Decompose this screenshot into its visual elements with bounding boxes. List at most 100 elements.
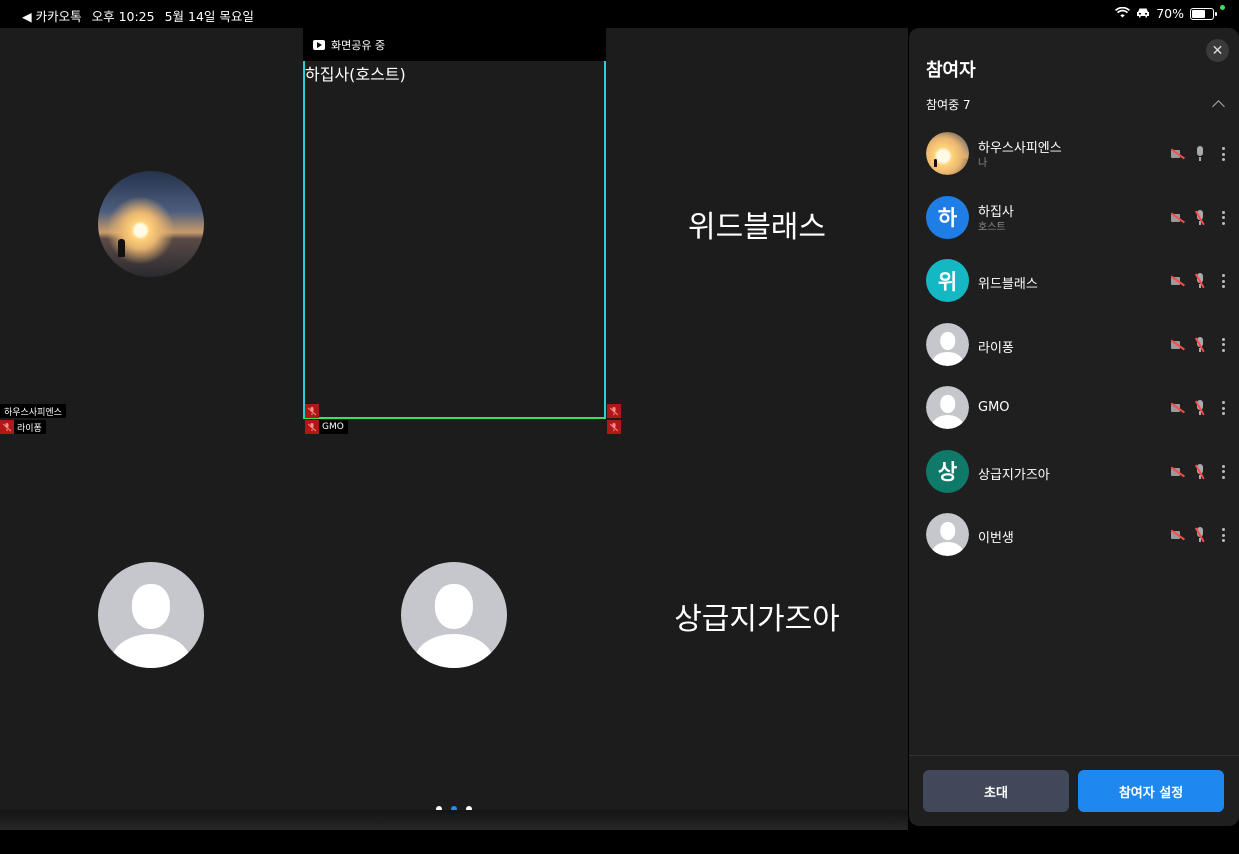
more-options-icon[interactable] — [1221, 210, 1225, 225]
host-mute-indicator — [305, 404, 319, 418]
back-to-kakaotalk-link[interactable]: ◀ 카카오톡 — [22, 6, 82, 25]
mic-muted-icon — [0, 420, 14, 434]
mic-muted-icon — [305, 404, 319, 418]
participant-role: 나 — [978, 158, 988, 169]
mic-muted-icon — [1193, 273, 1207, 289]
tile-name-withblass: 위드블래스 — [688, 210, 826, 245]
participant-panel: ✕ 참여자 참여중 7 하우스사피엔스나하 하집사 호스트위 위드블래스라이퐁 GMO 상… — [909, 28, 1239, 826]
chevron-up-icon[interactable] — [1212, 100, 1225, 113]
participant-row[interactable]: 하 하집사 호스트 — [909, 195, 1239, 240]
avatar-initial: 위 — [937, 269, 958, 294]
battery-icon — [1190, 7, 1217, 20]
participant-name: 상급지가즈아 — [978, 467, 1050, 483]
mic-muted-icon — [607, 420, 621, 434]
default-avatar-icon — [926, 513, 969, 556]
name-tag-label: 하우스사피엔스 — [4, 407, 62, 418]
participant-status-icons — [1171, 527, 1225, 543]
default-avatar-icon — [926, 386, 969, 429]
mic-icon — [1193, 146, 1207, 162]
mic-muted-icon — [1193, 463, 1207, 480]
participant-name: 라이퐁 — [978, 340, 1014, 356]
bottom-strip — [0, 810, 908, 830]
tile-name-host: 하집사(호스트) — [305, 65, 406, 84]
participant-group-header[interactable]: 참여중 7 — [926, 96, 1225, 113]
camera-off-icon — [1171, 403, 1185, 413]
more-options-icon[interactable] — [1221, 464, 1225, 479]
name-tag-gmo: GMO — [305, 420, 348, 434]
participant-name: 하우스사피엔스 — [978, 141, 1062, 156]
video-grid: 화면공유 중 하집사(호스트) 위드블래스 상급지가즈아 하우스사피엔스 라이퐁 — [0, 28, 908, 812]
participant-name: 위드블래스 — [978, 277, 1038, 292]
withblass-mute-indicator — [607, 404, 621, 418]
name-tag-self: 하우스사피엔스 — [0, 404, 66, 418]
name-tag-label: 라이퐁 — [17, 423, 42, 434]
screen-share-label: 화면공유 중 — [331, 38, 386, 52]
video-tile-raipong[interactable] — [0, 420, 302, 810]
participant-row[interactable]: GMO — [909, 386, 1239, 430]
photo-avatar — [926, 132, 969, 175]
group-label: 참여중 7 — [926, 98, 971, 112]
camera-indicator-dot — [1220, 5, 1225, 10]
participant-status-icons — [1171, 463, 1225, 480]
participant-status-icons — [1171, 209, 1225, 226]
name-tag-raipong: 라이퐁 — [0, 420, 46, 434]
more-options-icon[interactable] — [1221, 274, 1225, 288]
default-avatar-icon — [926, 322, 969, 366]
camera-off-icon — [1171, 340, 1185, 350]
participant-row[interactable]: 위 위드블래스 — [909, 259, 1239, 303]
participant-status-icons — [1171, 146, 1225, 162]
mic-muted-icon — [305, 420, 319, 434]
status-time: 오후 10:25 — [91, 9, 155, 24]
camera-off-icon — [1171, 149, 1185, 159]
participant-status-icons — [1171, 273, 1225, 289]
more-options-icon[interactable] — [1221, 528, 1225, 542]
status-date: 5월 14일 목요일 — [164, 9, 254, 24]
name-tag-label: GMO — [322, 422, 344, 432]
initial-avatar: 위 — [926, 259, 969, 302]
close-icon[interactable]: ✕ — [1206, 39, 1229, 62]
screen-share-header: 화면공유 중 — [303, 28, 606, 61]
panel-title: 참여자 — [926, 60, 976, 81]
participant-name: 이번생 — [978, 531, 1014, 546]
battery-percent: 70% — [1156, 6, 1184, 21]
participant-status-icons — [1171, 336, 1225, 353]
status-bar: ◀ 카카오톡 오후 10:25 5월 14일 목요일 70% — [0, 0, 1239, 28]
sanggeupji-mute-indicator — [607, 420, 621, 434]
camera-off-icon — [1171, 213, 1185, 223]
more-options-icon[interactable] — [1221, 401, 1225, 415]
participant-row[interactable]: 이번생 — [909, 513, 1239, 557]
default-avatar-icon — [401, 562, 507, 668]
video-tile-self[interactable] — [0, 28, 302, 418]
more-options-icon[interactable] — [1221, 147, 1225, 161]
mic-muted-icon — [1193, 209, 1207, 226]
participant-settings-button[interactable]: 참여자 설정 — [1078, 770, 1224, 812]
participant-row[interactable]: 라이퐁 — [909, 322, 1239, 367]
panel-divider — [909, 755, 1239, 756]
mic-muted-icon — [607, 404, 621, 418]
camera-off-icon — [1171, 530, 1185, 540]
participant-status-icons — [1171, 400, 1225, 416]
screen-share-icon — [313, 39, 325, 50]
video-tile-gmo[interactable] — [303, 420, 605, 810]
video-tile-withblass[interactable]: 위드블래스 — [606, 28, 908, 418]
tile-name-sanggeupji: 상급지가즈아 — [674, 602, 840, 637]
mic-muted-icon — [1193, 527, 1207, 543]
participant-name: GMO — [978, 400, 1010, 415]
invite-button[interactable]: 초대 — [923, 770, 1069, 812]
more-options-icon[interactable] — [1221, 337, 1225, 352]
participant-row[interactable]: 하우스사피엔스나 — [909, 132, 1239, 176]
mic-muted-icon — [1193, 400, 1207, 416]
battery-level — [1192, 9, 1206, 18]
initial-avatar: 상 — [926, 449, 969, 493]
car-icon — [1136, 6, 1150, 21]
avatar-initial: 하 — [937, 206, 958, 230]
wifi-icon — [1115, 6, 1131, 21]
video-tile-host[interactable]: 하집사(호스트) — [303, 61, 606, 419]
avatar-initial: 상 — [937, 460, 958, 484]
video-tile-sanggeupji[interactable]: 상급지가즈아 — [606, 420, 908, 810]
participant-row[interactable]: 상 상급지가즈아 — [909, 449, 1239, 494]
mic-muted-icon — [1193, 336, 1207, 353]
camera-off-icon — [1171, 276, 1185, 286]
participant-role: 호스트 — [978, 221, 1006, 233]
self-photo-avatar — [98, 171, 204, 277]
